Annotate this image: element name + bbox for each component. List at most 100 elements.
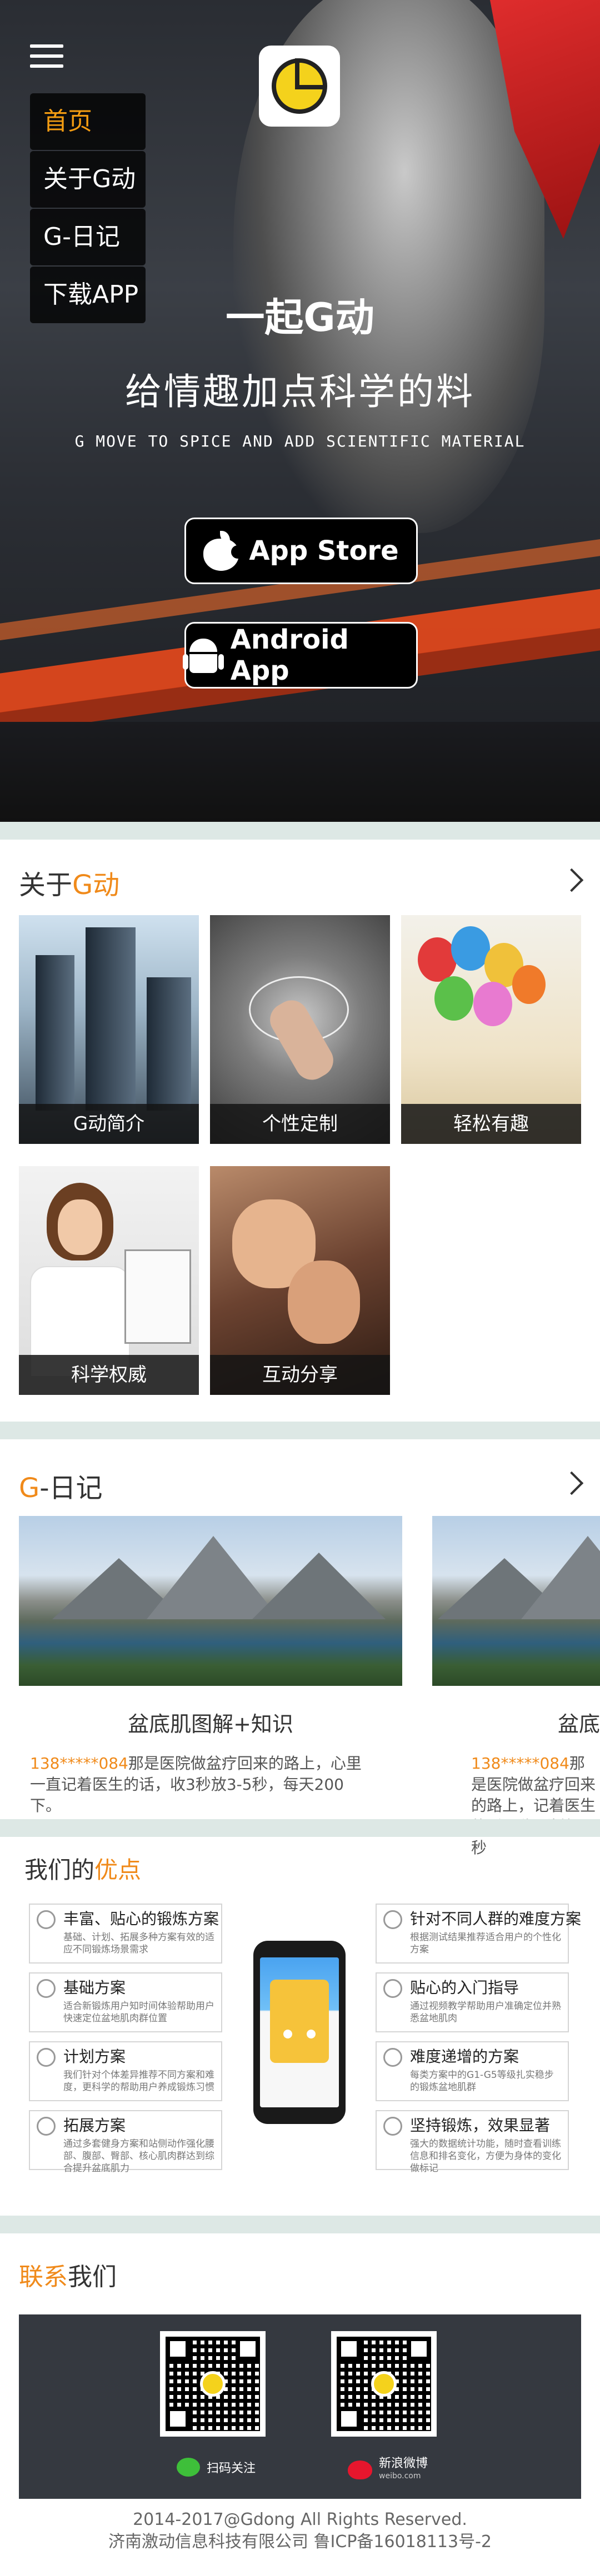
advantage-card: 坚持锻炼，效果显著 强大的数据统计功能，随时查看训练信息和排名变化，方便为身体的… bbox=[376, 2110, 569, 2174]
about-title-prefix: 关于 bbox=[19, 870, 73, 901]
tile-caption: 科学权威 bbox=[19, 1355, 199, 1395]
copyright-text: 2014-2017@Gdong All Rights Reserved. bbox=[133, 2510, 467, 2529]
footer: 2014-2017@Gdong All Rights Reserved. 济南激… bbox=[0, 2509, 600, 2553]
advantage-card: 基础方案 适合新锻炼用户知时间体验帮助用户快速定位盆地肌肉群位置 bbox=[29, 1972, 222, 2032]
advantage-card: 丰富、贴心的锻炼方案 基础、计划、拓展多种方案有效的适应不同锻炼场景需求 bbox=[29, 1904, 222, 1964]
about-tile-share[interactable]: 互动分享 bbox=[210, 1166, 390, 1395]
diary-card-phone: 138*****084 bbox=[471, 1754, 569, 1772]
check-icon bbox=[37, 1979, 56, 1998]
about-tile-custom[interactable]: 个性定制 bbox=[210, 915, 390, 1144]
advantage-title: 坚持锻炼，效果显著 bbox=[410, 2116, 551, 2135]
target-icon bbox=[383, 1910, 402, 1929]
about-tile-intro[interactable]: G动简介 bbox=[19, 915, 199, 1144]
tile-caption: 互动分享 bbox=[210, 1355, 390, 1395]
qr-logo-icon bbox=[200, 2371, 226, 2397]
diary-card[interactable]: 盆底肌图解+知识 138*****084那是医院做盆疗回来的路上，心里一直记着医… bbox=[19, 1516, 408, 1816]
advantage-desc: 适合新锻炼用户知时间体验帮助用户快速定位盆地肌肉群位置 bbox=[63, 2001, 214, 2024]
advantages-title-accent: 优点 bbox=[94, 1856, 142, 1884]
diary-card-text: 138*****084那是医院做盆疗回来的路上，心里一直记着医生的话，收3秒放3… bbox=[19, 1753, 363, 1816]
nav-item-diary[interactable]: G-日记 bbox=[30, 209, 146, 265]
advantage-title: 难度递增的方案 bbox=[410, 2047, 519, 2066]
app-store-button[interactable]: App Store bbox=[184, 518, 418, 584]
diary-card[interactable]: 盆底 138*****084那是医院做盆疗回来的路上，记着医生的话，收3秒放3-… bbox=[432, 1516, 600, 1859]
advantage-desc: 通过视频教学帮助用户准确定位并熟悉盆地肌肉 bbox=[410, 2001, 561, 2024]
advantage-title: 丰富、贴心的锻炼方案 bbox=[63, 1910, 219, 1928]
diary-card-image bbox=[432, 1516, 600, 1686]
level-icon bbox=[383, 2048, 402, 2067]
expand-icon bbox=[37, 2117, 56, 2136]
weibo-label: 新浪微博 bbox=[379, 2457, 428, 2470]
tile-caption: 轻松有趣 bbox=[401, 1104, 581, 1144]
chevron-right-icon[interactable] bbox=[559, 868, 584, 892]
page: 首页 关于G动 G-日记 下载APP 一起G动 给情趣加点科学的料 G MOVE… bbox=[0, 0, 600, 2576]
hero-floor bbox=[0, 722, 600, 822]
diary-title-rest: -日记 bbox=[39, 1473, 103, 1504]
advantage-title: 贴心的入门指导 bbox=[410, 1979, 519, 1997]
advantage-desc: 强大的数据统计功能，随时查看训练信息和排名变化，方便为身体的变化做标记 bbox=[410, 2138, 561, 2174]
about-section-title: 关于G动 bbox=[19, 863, 119, 902]
icp-text: 济南激动信息科技有限公司 鲁ICP备16018113号-2 bbox=[108, 2532, 492, 2552]
about-tile-science[interactable]: 科学权威 bbox=[19, 1166, 199, 1395]
app-store-label: App Store bbox=[249, 535, 399, 566]
advantage-title: 拓展方案 bbox=[63, 2116, 126, 2135]
advantages-section-title: 我们的优点 bbox=[24, 1851, 141, 1885]
contact-section-title: 联系我们 bbox=[19, 2257, 117, 2292]
phone-mockup bbox=[253, 1941, 346, 2124]
diary-card-text: 138*****084那是医院做盆疗回来的路上，记着医生的话，收3秒放3-5秒 bbox=[432, 1753, 600, 1859]
diary-title-accent: G bbox=[19, 1473, 40, 1504]
advantage-card: 计划方案 我们针对个体差异推荐不同方案和难度，更科学的帮助用户养成锻炼习惯 bbox=[29, 2041, 222, 2101]
advantage-card: 难度递增的方案 每类方案中的G1-G5等级扎实稳步的锻炼盆地肌群 bbox=[376, 2041, 569, 2101]
wechat-follow[interactable]: 扫码关注 bbox=[177, 2458, 256, 2477]
android-app-label: Android App bbox=[230, 624, 349, 686]
wechat-icon bbox=[177, 2458, 200, 2477]
qr-logo-icon bbox=[371, 2371, 397, 2397]
phone-screen bbox=[260, 1957, 339, 2107]
g-logo-icon bbox=[272, 58, 327, 114]
advantage-desc: 根据测试结果推荐适合用户的个性化方案 bbox=[410, 1932, 561, 1955]
trophy-icon bbox=[383, 2117, 402, 2136]
hamburger-menu-icon[interactable] bbox=[30, 44, 63, 70]
about-tile-fun[interactable]: 轻松有趣 bbox=[401, 915, 581, 1144]
diary-section-title: G-日记 bbox=[19, 1466, 103, 1505]
hero-english-tagline: G MOVE TO SPICE AND ADD SCIENTIFIC MATER… bbox=[74, 432, 526, 450]
guide-icon bbox=[383, 1979, 402, 1998]
advantage-desc: 通过多套健身方案和站侧动作强化腰部、腹部、臀部、核心肌肉群达到综合提升盆底肌力 bbox=[63, 2138, 214, 2174]
hero-title: 一起G动 bbox=[226, 295, 374, 340]
about-title-accent: G动 bbox=[72, 870, 120, 901]
brand-logo[interactable] bbox=[259, 46, 340, 127]
contact-title-accent: 联系 bbox=[19, 2263, 68, 2291]
section-divider bbox=[0, 822, 600, 840]
weibo-qr-code bbox=[331, 2331, 437, 2437]
hero-banner: 首页 关于G动 G-日记 下载APP 一起G动 给情趣加点科学的料 G MOVE… bbox=[0, 0, 600, 822]
advantage-title: 基础方案 bbox=[63, 1979, 126, 1997]
advantage-card: 贴心的入门指导 通过视频教学帮助用户准确定位并熟悉盆地肌肉 bbox=[376, 1972, 569, 2032]
apple-icon bbox=[203, 531, 245, 571]
section-divider bbox=[0, 1819, 600, 1837]
plan-icon bbox=[37, 2048, 56, 2067]
advantage-card: 拓展方案 通过多套健身方案和站侧动作强化腰部、腹部、臀部、核心肌肉群达到综合提升… bbox=[29, 2110, 222, 2174]
diary-card-title: 盆底 bbox=[557, 1712, 600, 1736]
weibo-icon bbox=[348, 2460, 372, 2479]
advantage-desc: 基础、计划、拓展多种方案有效的适应不同锻炼场景需求 bbox=[63, 1932, 214, 1955]
nav-item-home[interactable]: 首页 bbox=[30, 93, 146, 150]
advantages-title-prefix: 我们的 bbox=[24, 1856, 95, 1884]
section-divider bbox=[0, 1422, 600, 1439]
tile-caption: G动简介 bbox=[19, 1104, 199, 1144]
diary-card-phone: 138*****084 bbox=[30, 1754, 128, 1772]
wechat-qr-code bbox=[160, 2331, 266, 2437]
section-divider bbox=[0, 2216, 600, 2233]
weibo-follow[interactable]: 新浪微博 weibo.com bbox=[348, 2458, 428, 2482]
android-app-button[interactable]: Android App bbox=[183, 622, 418, 689]
chevron-right-icon[interactable] bbox=[559, 1471, 584, 1495]
diary-card-title: 盆底肌图解+知识 bbox=[128, 1712, 293, 1736]
contact-title-rest: 我们 bbox=[68, 2263, 117, 2291]
advantage-card: 针对不同人群的难度方案 根据测试结果推荐适合用户的个性化方案 bbox=[376, 1904, 582, 1964]
hero-subtitle: 给情趣加点科学的料 bbox=[125, 370, 475, 413]
clock-icon bbox=[37, 1910, 56, 1929]
advantage-title: 针对不同人群的难度方案 bbox=[410, 1910, 582, 1928]
nav-item-about[interactable]: 关于G动 bbox=[30, 151, 146, 208]
contact-panel: 扫码关注 新浪微博 weibo.com bbox=[19, 2314, 581, 2499]
advantage-desc: 每类方案中的G1-G5等级扎实稳步的锻炼盆地肌群 bbox=[410, 2070, 554, 2093]
diary-card-image bbox=[19, 1516, 402, 1686]
weibo-sub-label: weibo.com bbox=[379, 2472, 421, 2480]
